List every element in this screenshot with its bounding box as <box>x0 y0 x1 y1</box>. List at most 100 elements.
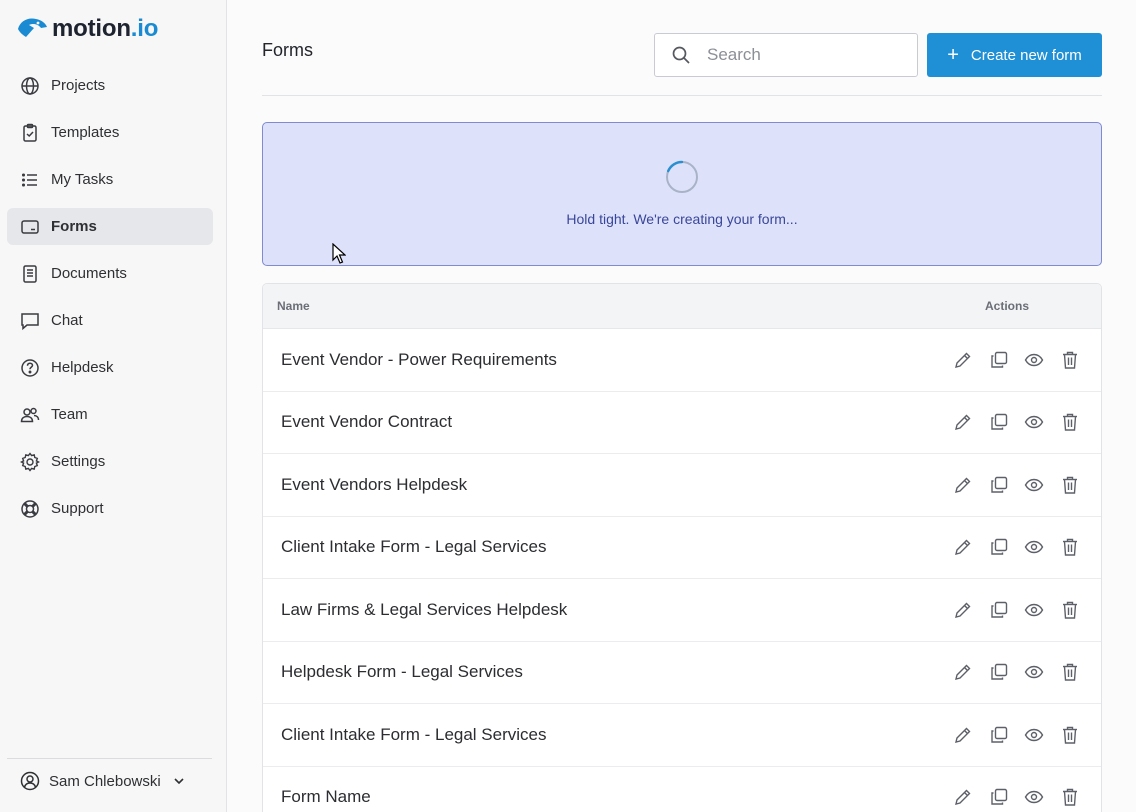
sidebar-item-forms[interactable]: Forms <box>7 208 213 245</box>
row-actions <box>953 537 1101 557</box>
duplicate-icon[interactable] <box>989 725 1009 745</box>
create-new-form-button[interactable]: + Create new form <box>927 33 1102 77</box>
row-actions <box>953 787 1101 807</box>
form-name[interactable]: Event Vendors Helpdesk <box>263 475 953 495</box>
column-header-actions: Actions <box>985 299 1030 313</box>
user-menu[interactable]: Sam Chlebowski <box>20 771 185 791</box>
duplicate-icon[interactable] <box>989 787 1009 807</box>
sidebar-item-label: Settings <box>51 453 106 470</box>
sidebar: motion.io Projects Templates My Tasks Fo… <box>0 0 227 812</box>
preview-eye-icon[interactable] <box>1024 787 1044 807</box>
table-row[interactable]: Event Vendors Helpdesk <box>263 454 1101 517</box>
duplicate-icon[interactable] <box>989 600 1009 620</box>
form-name[interactable]: Helpdesk Form - Legal Services <box>263 662 953 682</box>
edit-icon[interactable] <box>953 600 973 620</box>
duplicate-icon[interactable] <box>989 537 1009 557</box>
sidebar-item-label: Projects <box>51 77 106 94</box>
avatar <box>20 771 40 791</box>
sidebar-item-label: Documents <box>51 265 127 282</box>
sidebar-item-label: Team <box>51 406 88 423</box>
logo[interactable]: motion.io <box>16 14 158 44</box>
form-name[interactable]: Client Intake Form - Legal Services <box>263 725 953 745</box>
clipboard-check-icon <box>20 123 40 143</box>
sidebar-item-chat[interactable]: Chat <box>7 302 213 339</box>
question-circle-icon <box>20 358 40 378</box>
globe-icon <box>20 76 40 96</box>
delete-trash-icon[interactable] <box>1060 537 1080 557</box>
delete-trash-icon[interactable] <box>1060 787 1080 807</box>
table-row[interactable]: Event Vendor - Power Requirements <box>263 329 1101 392</box>
sidebar-item-label: Support <box>51 500 104 517</box>
delete-trash-icon[interactable] <box>1060 600 1080 620</box>
user-name: Sam Chlebowski <box>49 772 161 790</box>
form-name[interactable]: Event Vendor Contract <box>263 412 953 432</box>
delete-trash-icon[interactable] <box>1060 725 1080 745</box>
sidebar-item-label: Templates <box>51 124 120 141</box>
row-actions <box>953 475 1101 495</box>
table-row[interactable]: Event Vendor Contract <box>263 392 1101 454</box>
duplicate-icon[interactable] <box>989 475 1009 495</box>
sidebar-nav: Projects Templates My Tasks Forms Docume… <box>7 67 213 537</box>
gear-icon <box>20 451 40 472</box>
preview-eye-icon[interactable] <box>1024 725 1044 745</box>
table-row[interactable]: Client Intake Form - Legal Services <box>263 517 1101 579</box>
form-name[interactable]: Form Name <box>263 787 953 807</box>
edit-icon[interactable] <box>953 537 973 557</box>
row-actions <box>953 662 1101 682</box>
sidebar-item-support[interactable]: Support <box>7 490 213 527</box>
sidebar-item-templates[interactable]: Templates <box>7 114 213 151</box>
sidebar-item-label: Chat <box>51 312 83 329</box>
loading-spinner-icon <box>666 160 698 193</box>
search-icon <box>672 46 690 64</box>
edit-icon[interactable] <box>953 787 973 807</box>
edit-icon[interactable] <box>953 350 973 370</box>
preview-eye-icon[interactable] <box>1024 537 1044 557</box>
delete-trash-icon[interactable] <box>1060 475 1080 495</box>
row-actions <box>953 412 1101 432</box>
sidebar-item-settings[interactable]: Settings <box>7 443 213 480</box>
lifebuoy-icon <box>20 499 40 519</box>
preview-eye-icon[interactable] <box>1024 600 1044 620</box>
table-row[interactable]: Client Intake Form - Legal Services <box>263 704 1101 767</box>
plus-icon: + <box>947 44 959 66</box>
delete-trash-icon[interactable] <box>1060 350 1080 370</box>
duplicate-icon[interactable] <box>989 350 1009 370</box>
sidebar-item-label: My Tasks <box>51 171 114 188</box>
sidebar-item-documents[interactable]: Documents <box>7 255 213 292</box>
duplicate-icon[interactable] <box>989 412 1009 432</box>
table-row[interactable]: Form Name <box>263 767 1101 812</box>
sidebar-item-my-tasks[interactable]: My Tasks <box>7 161 213 198</box>
mouse-cursor-icon <box>332 243 346 264</box>
row-actions <box>953 350 1101 370</box>
preview-eye-icon[interactable] <box>1024 662 1044 682</box>
edit-icon[interactable] <box>953 725 973 745</box>
preview-eye-icon[interactable] <box>1024 350 1044 370</box>
duplicate-icon[interactable] <box>989 662 1009 682</box>
sidebar-item-helpdesk[interactable]: Helpdesk <box>7 349 213 386</box>
column-header-name[interactable]: Name <box>263 299 971 313</box>
preview-eye-icon[interactable] <box>1024 412 1044 432</box>
loading-banner: Hold tight. We're creating your form... <box>262 122 1102 266</box>
form-name[interactable]: Law Firms & Legal Services Helpdesk <box>263 600 953 620</box>
chevron-down-icon <box>174 778 184 785</box>
edit-icon[interactable] <box>953 475 973 495</box>
table-row[interactable]: Law Firms & Legal Services Helpdesk <box>263 579 1101 642</box>
edit-icon[interactable] <box>953 412 973 432</box>
sidebar-item-projects[interactable]: Projects <box>7 67 213 104</box>
delete-trash-icon[interactable] <box>1060 662 1080 682</box>
form-name[interactable]: Client Intake Form - Legal Services <box>263 537 953 557</box>
search-input[interactable] <box>707 45 887 65</box>
form-icon <box>20 217 40 237</box>
preview-eye-icon[interactable] <box>1024 475 1044 495</box>
list-icon <box>20 170 40 190</box>
search-box[interactable] <box>654 33 918 77</box>
page-title: Forms <box>262 40 313 60</box>
sidebar-item-team[interactable]: Team <box>7 396 213 433</box>
edit-icon[interactable] <box>953 662 973 682</box>
document-icon <box>20 264 40 284</box>
delete-trash-icon[interactable] <box>1060 412 1080 432</box>
team-icon <box>20 405 40 425</box>
logo-text: motion.io <box>52 15 159 42</box>
form-name[interactable]: Event Vendor - Power Requirements <box>263 350 953 370</box>
table-row[interactable]: Helpdesk Form - Legal Services <box>263 642 1101 704</box>
